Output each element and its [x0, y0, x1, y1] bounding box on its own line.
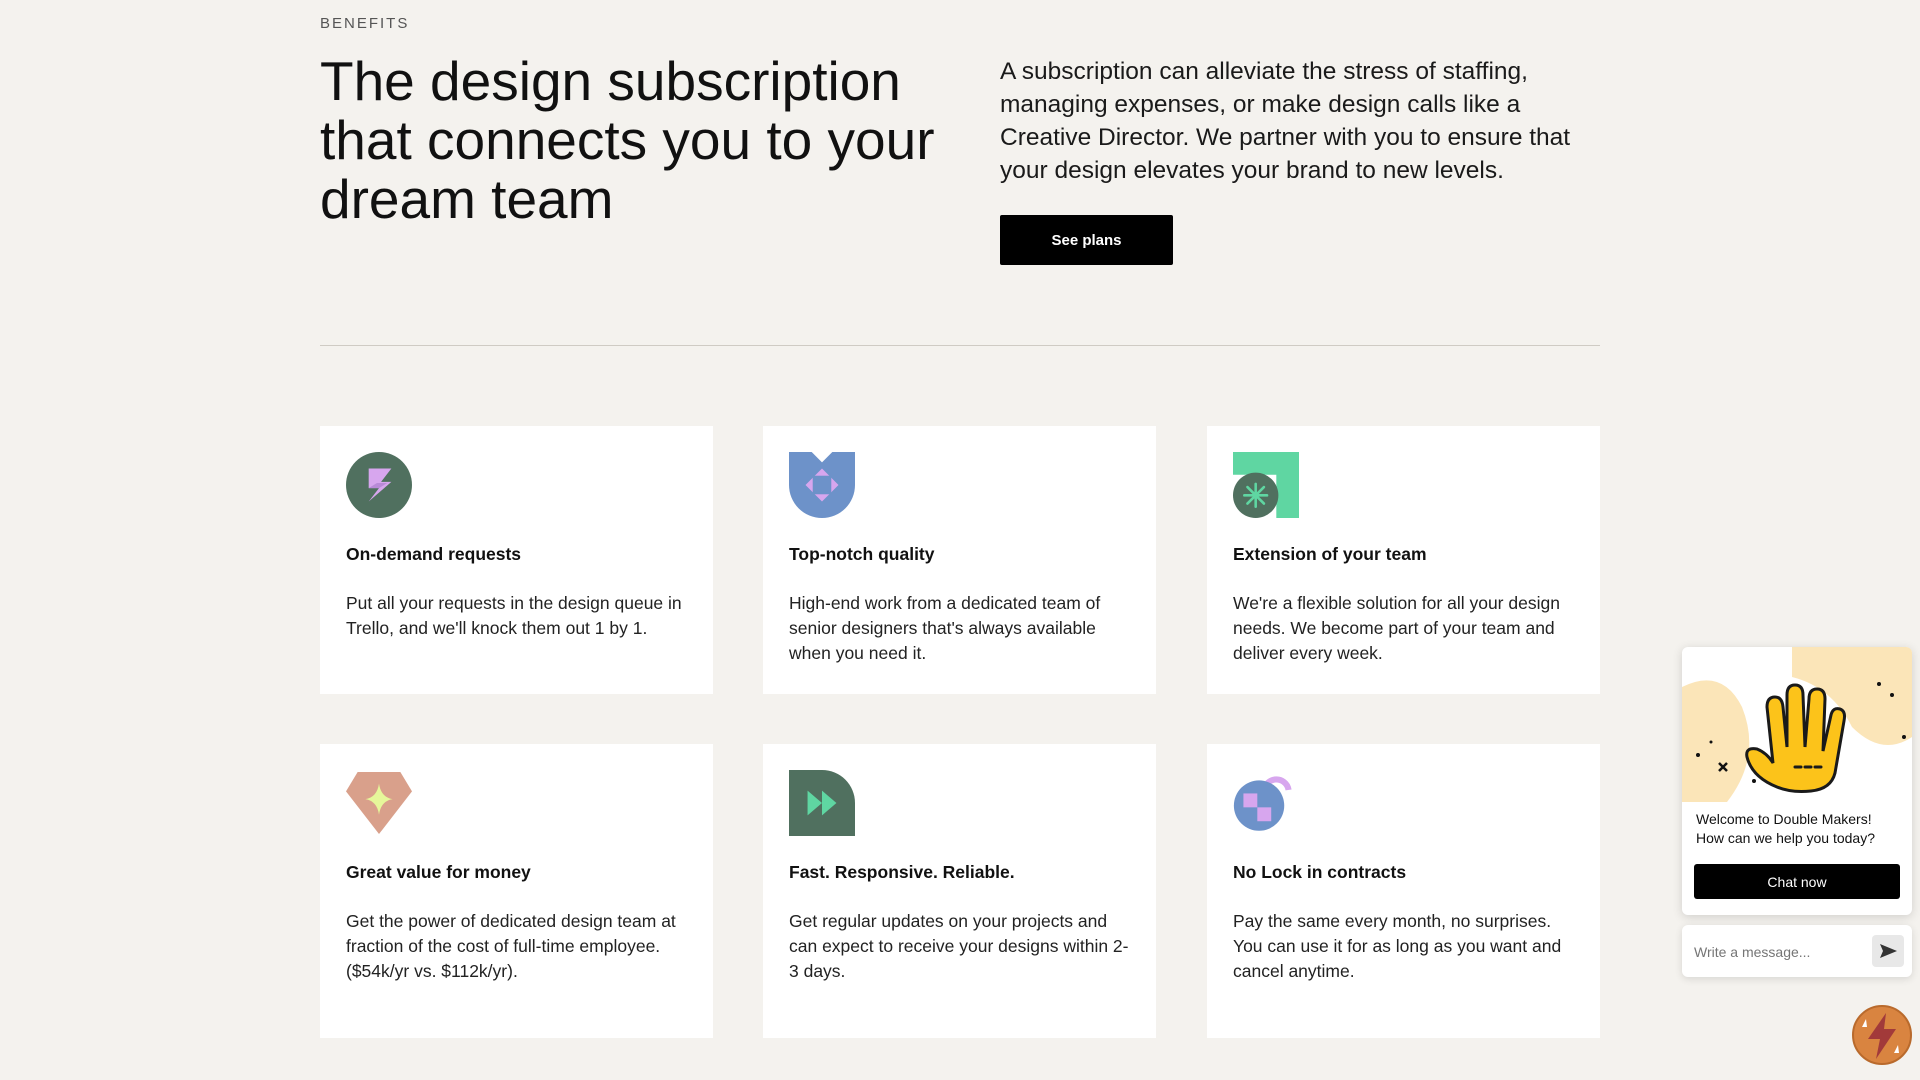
section-lead-text: A subscription can alleviate the stress …: [1000, 58, 1571, 184]
chat-welcome-line: Welcome to Double Makers!: [1696, 811, 1872, 827]
waving-hand-icon: [1682, 647, 1912, 802]
benefit-title: Top-notch quality: [789, 544, 935, 564]
chat-message-box: [1682, 925, 1912, 977]
send-message-button[interactable]: [1872, 935, 1904, 967]
fast-forward-icon: [789, 770, 855, 836]
benefits-eyebrow: BENEFITS: [320, 15, 410, 32]
benefit-card-quality: Top-notch quality High-end work from a d…: [763, 426, 1156, 694]
send-icon: [1880, 944, 1897, 958]
section-headline: The design subscription that connects yo…: [320, 50, 935, 230]
benefit-description: Get regular updates on your projects and…: [789, 911, 1129, 981]
benefit-card-no-lock: No Lock in contracts Pay the same every …: [1207, 744, 1600, 1038]
benefit-title: On-demand requests: [346, 544, 522, 564]
benefit-card-extension: Extension of your team We're a flexible …: [1207, 426, 1600, 694]
chat-widget: Welcome to Double Makers! How can we hel…: [1682, 647, 1912, 915]
gem-sparkle-icon: [346, 771, 412, 835]
benefit-description: High-end work from a dedicated team of s…: [789, 593, 1101, 663]
unlocked-padlock-icon: [1233, 776, 1292, 831]
benefit-description: Put all your requests in the design queu…: [346, 593, 682, 638]
benefit-title: Great value for money: [346, 862, 531, 882]
chat-welcome-line: How can we help you today?: [1696, 830, 1875, 846]
benefit-card-on-demand: On-demand requests Put all your requests…: [320, 426, 713, 694]
quality-badge-icon: [789, 452, 855, 518]
see-plans-button[interactable]: See plans: [1000, 215, 1173, 265]
lightning-bolt-icon: [346, 452, 412, 518]
chat-now-button[interactable]: Chat now: [1694, 864, 1900, 899]
chat-launcher-button[interactable]: [1852, 1005, 1912, 1065]
benefit-description: Get the power of dedicated design team a…: [346, 911, 676, 981]
asterisk-corner-icon: [1233, 452, 1299, 518]
benefit-card-fast: Fast. Responsive. Reliable. Get regular …: [763, 744, 1156, 1038]
benefit-title: Extension of your team: [1233, 544, 1427, 564]
lightning-logo-icon: [1852, 1005, 1912, 1065]
benefit-title: No Lock in contracts: [1233, 862, 1407, 882]
chat-message-input[interactable]: [1692, 935, 1866, 969]
benefit-description: We're a flexible solution for all your d…: [1233, 593, 1560, 663]
benefit-description: Pay the same every month, no surprises. …: [1233, 911, 1562, 981]
section-divider: [320, 345, 1600, 346]
benefit-title: Fast. Responsive. Reliable.: [789, 862, 1015, 882]
benefit-card-value: Great value for money Get the power of d…: [320, 744, 713, 1038]
chat-welcome-text: Welcome to Double Makers! How can we hel…: [1696, 810, 1906, 848]
